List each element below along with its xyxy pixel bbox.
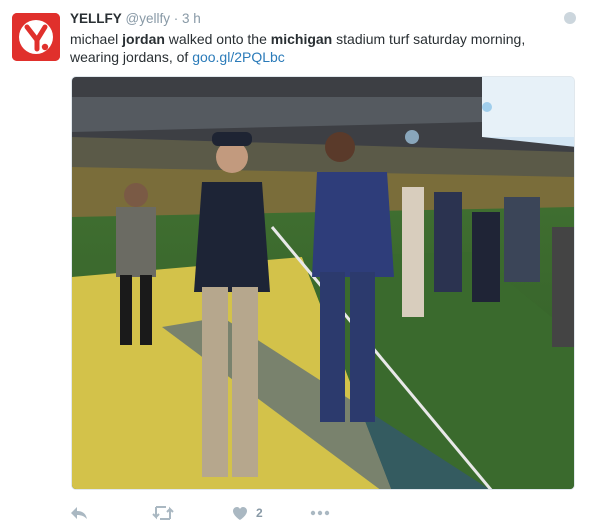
- like-count: 2: [256, 506, 263, 520]
- avatar[interactable]: [12, 13, 60, 61]
- text-segment: wearing jordans, of: [70, 49, 193, 65]
- retweet-button[interactable]: [152, 502, 174, 524]
- tweet-photo[interactable]: [71, 76, 575, 490]
- text-segment: walked onto the: [164, 31, 271, 47]
- heart-icon: [233, 506, 247, 520]
- tweet-actions: 2: [70, 502, 370, 524]
- text-keyword: michigan: [270, 31, 333, 47]
- author-handle[interactable]: @yellfy: [126, 11, 170, 26]
- reply-button[interactable]: [70, 502, 88, 524]
- separator-dot: ·: [173, 11, 179, 26]
- stadium-photo-icon: [72, 77, 574, 489]
- tweet-time[interactable]: 3 h: [182, 11, 201, 26]
- tweet-card: YELLFY @yellfy · 3 h michael jordan walk…: [0, 0, 590, 532]
- retweet-icon: [152, 506, 174, 520]
- tweet-header: YELLFY @yellfy · 3 h: [70, 11, 201, 26]
- yellfy-logo-icon: [12, 13, 60, 61]
- text-segment: stadium turf saturday morning,: [332, 31, 526, 47]
- globe-icon: [564, 12, 576, 24]
- tweet-text: michael jordan walked onto the michigan …: [70, 30, 570, 66]
- author-name[interactable]: YELLFY: [70, 11, 122, 26]
- reply-icon: [71, 507, 87, 519]
- text-segment: michael: [70, 31, 123, 47]
- text-keyword: jordan: [122, 31, 165, 47]
- like-button[interactable]: 2: [232, 502, 263, 524]
- more-options-button[interactable]: [310, 502, 330, 524]
- more-icon: [310, 510, 330, 516]
- tweet-link[interactable]: goo.gl/2PQLbc: [192, 49, 285, 65]
